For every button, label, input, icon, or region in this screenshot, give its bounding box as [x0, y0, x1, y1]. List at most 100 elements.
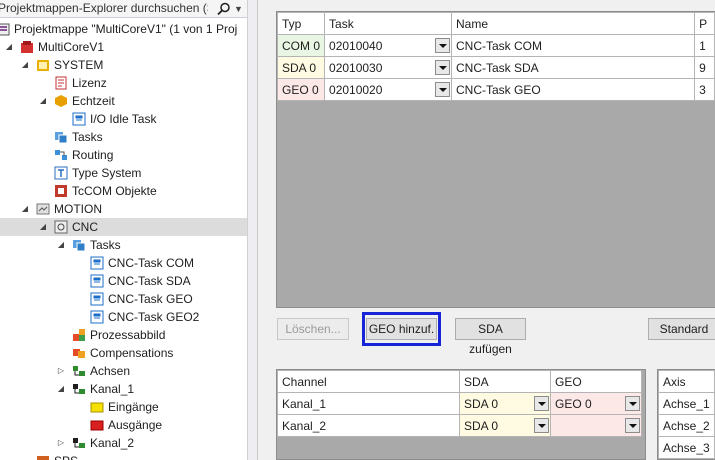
channel-sda-combo[interactable]: SDA 0: [459, 392, 551, 415]
tree-item-i-o-idle-task[interactable]: I/O Idle Task: [0, 110, 247, 128]
tree-item-type-system[interactable]: Type System: [0, 164, 247, 182]
task-name-cell[interactable]: CNC-Task GEO: [450, 78, 696, 101]
tree-item-tasks[interactable]: ◢ Tasks: [0, 236, 247, 254]
expanded-arrow-icon[interactable]: ◢: [56, 236, 66, 254]
tree-item-label: Tasks: [72, 130, 103, 144]
tree-item-motion[interactable]: ◢ MOTION: [0, 200, 247, 218]
plc-icon: [37, 456, 49, 460]
routing-icon: [55, 150, 67, 160]
collapsed-arrow-icon[interactable]: ▷: [56, 362, 66, 380]
axis-row[interactable]: Achse_3: [658, 436, 715, 459]
dropdown-arrow-icon[interactable]: [435, 82, 450, 97]
task-name-cell[interactable]: CNC-Task SDA: [450, 56, 696, 79]
tree-item-kanal-2[interactable]: ▷ Kanal_2: [0, 434, 247, 452]
tree-item-cnc-task-geo2[interactable]: CNC-Task GEO2: [0, 308, 247, 326]
dropdown-arrow-icon[interactable]: [435, 60, 450, 75]
tree-item-label: Routing: [72, 148, 114, 162]
axis-grid-header[interactable]: Axis: [658, 370, 715, 393]
tree-item-cnc-task-com[interactable]: CNC-Task COM: [0, 254, 247, 272]
panel-splitter[interactable]: [247, 0, 258, 460]
tree-item-ausgänge[interactable]: Ausgänge: [0, 416, 247, 434]
channel-row[interactable]: Kanal_2 SDA 0: [277, 414, 642, 437]
tree-item-achsen[interactable]: ▷ Achsen: [0, 362, 247, 380]
dropdown-arrow-icon[interactable]: [625, 396, 640, 411]
tree-item-lizenz[interactable]: Lizenz: [0, 74, 247, 92]
axes-icon: [73, 366, 85, 376]
task-typ-cell: GEO 0: [277, 78, 326, 101]
task-id-combo[interactable]: 02010030: [324, 56, 452, 79]
tasks-icon: [73, 240, 86, 252]
task-grid-header-name[interactable]: Name: [450, 12, 696, 35]
tree-item-cnc-task-geo[interactable]: CNC-Task GEO: [0, 290, 247, 308]
realtime-icon: [55, 95, 67, 107]
channel-geo-value: GEO 0: [555, 396, 592, 411]
dropdown-arrow-icon[interactable]: [625, 418, 640, 433]
axis-name-cell: Achse_3: [658, 436, 715, 459]
tree-item-echtzeit[interactable]: ◢ Echtzeit: [0, 92, 247, 110]
tree-item-tccom-objekte[interactable]: TcCOM Objekte: [0, 182, 247, 200]
channel-geo-combo[interactable]: [550, 414, 642, 437]
expanded-arrow-icon[interactable]: ◢: [38, 218, 48, 236]
tree-item-system[interactable]: ◢ SYSTEM: [0, 56, 247, 74]
tree-item-label: Prozessabbild: [90, 328, 166, 342]
add-sda-button[interactable]: SDA zufügen: [455, 318, 526, 356]
task-icon: [72, 112, 86, 126]
axis-name-cell: Achse_2: [658, 414, 715, 437]
tree-item-cnc[interactable]: ◢ CNC: [0, 218, 247, 236]
add-geo-button[interactable]: GEO hinzuf.: [366, 318, 437, 340]
tree-item-label: I/O Idle Task: [90, 112, 157, 126]
task-id-combo[interactable]: 02010040: [324, 34, 452, 57]
tree-item-eingänge[interactable]: Eingänge: [0, 398, 247, 416]
tree-item-projektmappe-multicorev1-1-von-1-proj[interactable]: Projektmappe "MultiCoreV1" (1 von 1 Proj: [0, 20, 247, 38]
outputs-icon: [90, 420, 104, 431]
channel-grid-header-geo[interactable]: GEO: [550, 370, 642, 393]
expanded-arrow-icon[interactable]: ◢: [56, 380, 66, 398]
task-name-cell[interactable]: CNC-Task COM: [450, 34, 696, 57]
explorer-search-input[interactable]: Projektmappen-Explorer durchsuchen (S: [0, 1, 208, 16]
tree-item-routing[interactable]: Routing: [0, 146, 247, 164]
expanded-arrow-icon[interactable]: ◢: [20, 56, 30, 74]
channel-grid-header-channel[interactable]: Channel: [277, 370, 460, 393]
tree-item-label: SYSTEM: [54, 58, 104, 72]
tree-item-cnc-task-sda[interactable]: CNC-Task SDA: [0, 272, 247, 290]
channel-icon: [73, 384, 85, 394]
collapsed-arrow-icon[interactable]: ▷: [56, 434, 66, 452]
task-id-value: 02010020: [329, 82, 383, 97]
task-row[interactable]: GEO 0 02010020 CNC-Task GEO 3: [277, 78, 715, 101]
task-icon: [90, 292, 104, 306]
dropdown-arrow-icon[interactable]: [534, 418, 549, 433]
tree-item-kanal-1[interactable]: ◢ Kanal_1: [0, 380, 247, 398]
tree-item-compensations[interactable]: Compensations: [0, 344, 247, 362]
tree-item-label: Type System: [72, 166, 142, 180]
search-icon[interactable]: [217, 2, 231, 16]
channel-sda-combo[interactable]: SDA 0: [459, 414, 551, 437]
channel-row[interactable]: Kanal_1 SDA 0 GEO 0: [277, 392, 642, 415]
task-row[interactable]: SDA 0 02010030 CNC-Task SDA 9: [277, 56, 715, 79]
channel-grid-header-sda[interactable]: SDA: [459, 370, 551, 393]
dropdown-arrow-icon[interactable]: [534, 396, 549, 411]
dropdown-arrow-icon[interactable]: [435, 38, 450, 53]
tree-item-multicorev1[interactable]: ◢ MultiCoreV1: [0, 38, 247, 56]
tree-item-label: Eingänge: [108, 400, 159, 414]
tree-item-sps[interactable]: SPS: [0, 452, 247, 460]
expanded-arrow-icon[interactable]: ◢: [4, 38, 14, 56]
expanded-arrow-icon[interactable]: ◢: [20, 200, 30, 218]
axis-row[interactable]: Achse_2: [658, 414, 715, 437]
task-id-combo[interactable]: 02010020: [324, 78, 452, 101]
channel-grid: Channel SDA GEO Kanal_1 SDA 0 GEO 0 Kanal_2…: [276, 369, 646, 460]
task-grid-header-task[interactable]: Task: [324, 12, 452, 35]
task-grid-header-p[interactable]: P: [694, 12, 715, 35]
tree-item-prozessabbild[interactable]: Prozessabbild: [0, 326, 247, 344]
process-image-icon: [73, 329, 85, 341]
delete-button[interactable]: Löschen...: [277, 318, 349, 340]
task-row[interactable]: COM 0 02010040 CNC-Task COM 1: [277, 34, 715, 57]
channel-geo-combo[interactable]: GEO 0: [550, 392, 642, 415]
expanded-arrow-icon[interactable]: ◢: [38, 92, 48, 110]
task-p-cell: 1: [694, 34, 715, 57]
axis-row[interactable]: Achse_1: [658, 392, 715, 415]
task-grid-header-typ[interactable]: Typ: [277, 12, 326, 35]
search-options-chevron-icon[interactable]: ▼: [234, 2, 244, 16]
task-icon: [90, 310, 104, 324]
tree-item-tasks[interactable]: Tasks: [0, 128, 247, 146]
standard-button[interactable]: Standard: [648, 318, 715, 340]
